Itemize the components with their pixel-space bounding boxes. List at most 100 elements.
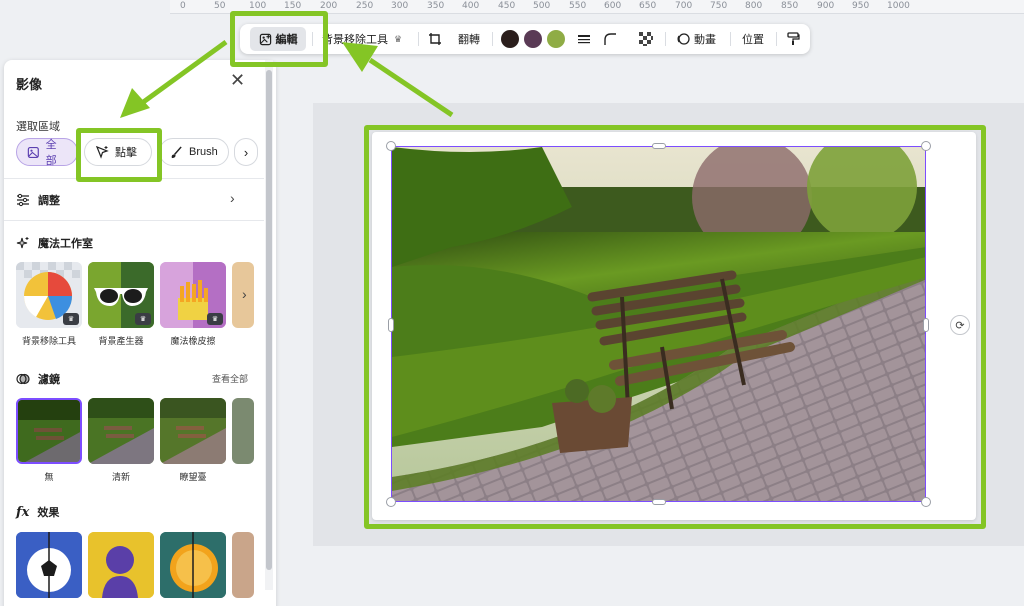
- filter-none-thumb[interactable]: [16, 398, 82, 464]
- ruler-tick: 500: [533, 1, 551, 11]
- position-button[interactable]: 位置: [742, 24, 764, 54]
- adjust-row[interactable]: 調整: [16, 192, 60, 208]
- paint-roller-icon: [787, 32, 800, 45]
- crown-icon: ♛: [135, 313, 151, 325]
- close-icon[interactable]: ✕: [230, 70, 245, 91]
- scrollbar-thumb[interactable]: [266, 70, 272, 570]
- ruler-tick: 400: [462, 1, 480, 11]
- select-click-chip[interactable]: 點擊: [84, 138, 152, 166]
- bench-thumb-image: [160, 398, 226, 464]
- magic-studio-label: 魔法工作室: [38, 238, 93, 250]
- filter-fresh-thumb[interactable]: [88, 398, 154, 464]
- toolbar-divider: [665, 32, 666, 46]
- select-brush-chip[interactable]: Brush: [159, 138, 229, 166]
- see-all-link[interactable]: 查看全部: [212, 372, 248, 385]
- chevron-right-icon[interactable]: ›: [242, 286, 247, 302]
- bench-thumb-image: [88, 398, 154, 464]
- ruler-tick: 0: [180, 1, 186, 11]
- ruler-tick: 250: [356, 1, 374, 11]
- select-all-label: 全部: [45, 139, 57, 167]
- toolbar-divider: [730, 32, 731, 46]
- bg-generator-thumb[interactable]: ♛: [88, 262, 154, 328]
- select-all-chip[interactable]: 全部: [16, 138, 78, 167]
- horizontal-ruler: 0 50 100 150 200 250 300 350 400 450 500…: [170, 0, 1024, 14]
- bg-remover-label: 背景移除工具: [322, 34, 388, 46]
- border-style-button[interactable]: [577, 24, 591, 54]
- ruler-tick: 850: [781, 1, 799, 11]
- resize-handle-bottom-right[interactable]: [921, 497, 931, 507]
- ruler-tick: 200: [320, 1, 338, 11]
- effect-thumb[interactable]: [160, 532, 226, 598]
- brush-icon: [171, 145, 182, 158]
- animate-icon: [677, 33, 690, 45]
- resize-handle-top-left[interactable]: [386, 141, 396, 151]
- resize-handle-right[interactable]: [923, 318, 929, 332]
- ruler-tick: 100: [249, 1, 267, 11]
- sliders-icon: [17, 193, 29, 207]
- filter-lookout-thumb[interactable]: [160, 398, 226, 464]
- effect-thumb[interactable]: [88, 532, 154, 598]
- ruler-tick: 1000: [887, 1, 910, 11]
- ruler-tick: 950: [852, 1, 870, 11]
- resize-handle-bottom[interactable]: [652, 499, 666, 505]
- filter-more-thumb[interactable]: [232, 398, 254, 464]
- corner-radius-icon: [604, 33, 616, 45]
- animate-label: 動畫: [694, 34, 716, 46]
- transparency-button[interactable]: [639, 24, 653, 54]
- selected-image[interactable]: [391, 146, 926, 502]
- rotate-icon[interactable]: ⟳: [950, 315, 970, 335]
- fx-icon: fx: [16, 504, 30, 520]
- chips-more-button[interactable]: ›: [234, 138, 258, 166]
- bg-remover-button[interactable]: 背景移除工具 ♛: [322, 24, 402, 54]
- resize-handle-bottom-left[interactable]: [386, 497, 396, 507]
- position-label: 位置: [742, 34, 764, 46]
- animate-button[interactable]: 動畫: [676, 24, 716, 54]
- edit-button[interactable]: 編輯: [250, 27, 306, 51]
- filter-label: 無: [44, 472, 54, 482]
- filter-icon: [16, 373, 30, 385]
- chevron-right-icon[interactable]: ›: [230, 190, 235, 206]
- image-edit-icon: [259, 33, 271, 45]
- magic-eraser-thumb[interactable]: ♛: [160, 262, 226, 328]
- panel-scrollbar[interactable]: [265, 60, 273, 590]
- image-edit-panel: 影像 ✕ 選取區域 全部 點擊 Brush › 調整 › 魔法工作室 ♛ 背景移…: [4, 60, 276, 606]
- bench-thumb-image: [18, 400, 80, 462]
- ruler-tick: 600: [604, 1, 622, 11]
- crown-icon: ♛: [63, 313, 79, 325]
- resize-handle-top[interactable]: [652, 143, 666, 149]
- crop-button[interactable]: [428, 24, 442, 54]
- corner-radius-button[interactable]: [603, 24, 617, 54]
- ruler-tick: 550: [569, 1, 587, 11]
- filter-label: 清新: [111, 472, 130, 482]
- select-area-label: 選取區域: [16, 121, 60, 133]
- effect-thumb[interactable]: [16, 532, 82, 598]
- filter-label: 瞭望臺: [179, 472, 207, 482]
- panel-divider: [4, 178, 264, 179]
- effects-header: fx 效果: [16, 504, 59, 520]
- magic-studio-header: 魔法工作室: [16, 235, 93, 251]
- resize-handle-left[interactable]: [388, 318, 394, 332]
- adjust-label: 調整: [38, 195, 60, 207]
- park-bench-photo: [392, 147, 925, 501]
- select-click-label: 點擊: [115, 147, 137, 159]
- color-swatch[interactable]: [524, 30, 542, 48]
- color-swatch[interactable]: [547, 30, 565, 48]
- resize-handle-top-right[interactable]: [921, 141, 931, 151]
- ruler-tick: 350: [427, 1, 445, 11]
- filters-header: 濾鏡: [16, 371, 60, 387]
- bg-remover-thumb[interactable]: ♛: [16, 262, 82, 328]
- edit-label: 編輯: [275, 34, 298, 46]
- color-swatch[interactable]: [501, 30, 519, 48]
- toolbar-divider: [312, 32, 313, 46]
- panel-title: 影像: [16, 77, 43, 92]
- effect-more-thumb[interactable]: [232, 532, 254, 598]
- ruler-tick: 700: [675, 1, 693, 11]
- copy-style-button[interactable]: [786, 24, 800, 54]
- ruler-tick: 150: [284, 1, 302, 11]
- chevron-right-icon: ›: [243, 144, 249, 160]
- crown-icon: ♛: [394, 33, 403, 44]
- ruler-tick: 300: [391, 1, 409, 11]
- magic-item-label: 魔法橡皮擦: [170, 336, 216, 346]
- portrait-icon: [88, 532, 154, 598]
- flip-button[interactable]: 翻轉: [458, 24, 480, 54]
